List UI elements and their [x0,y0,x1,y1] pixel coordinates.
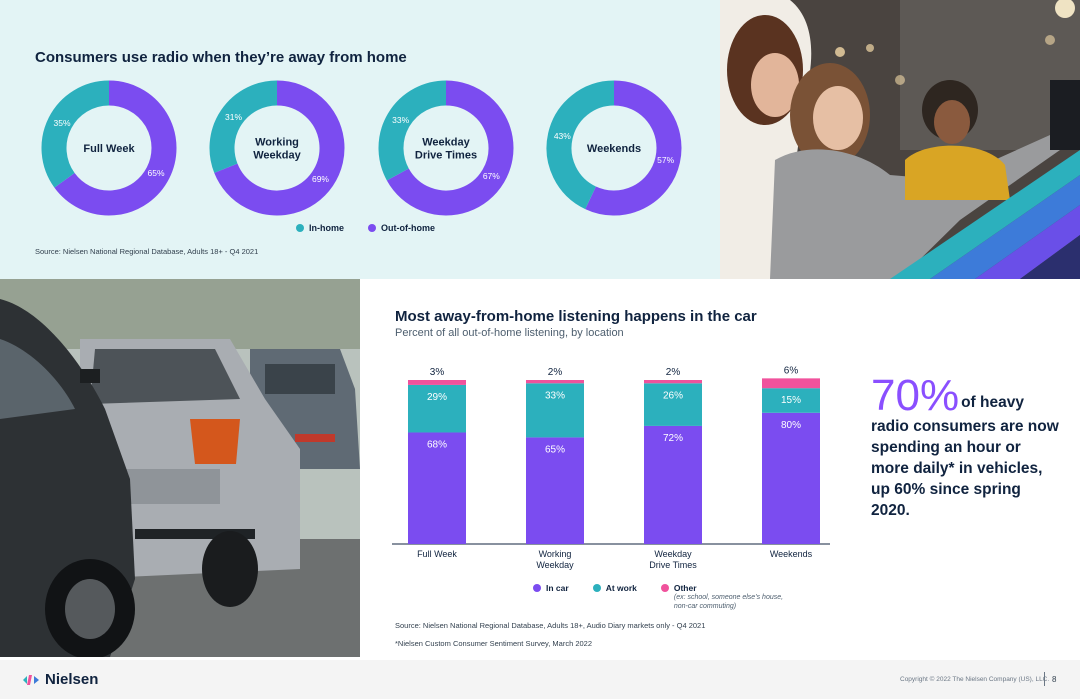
bar-value-in-car: 68% [427,439,447,450]
page-number: 8 [1052,675,1057,684]
footer: Nielsen Copyright © 2022 The Nielsen Com… [0,660,1080,699]
legend-other-note: (ex: school, someone else’s house, non-c… [673,594,784,610]
stacked-bar-chart: 68%29%3%Full Week65%33%2%WorkingWeekday7… [392,365,830,570]
bar-value-other: 3% [430,367,445,378]
legend-label-in-car: In car [546,583,569,593]
bar-segment-other [408,380,466,385]
donut-legend: In-home Out-of-home [296,223,435,233]
donut-in-home-value: 35% [53,118,70,128]
x-tick-label: Weekday [536,560,574,570]
donut-panel: Consumers use radio when they’re away fr… [0,0,720,279]
bar-value-in-car: 80% [781,420,801,431]
donut-section-title: Consumers use radio when they’re away fr… [35,49,407,66]
legend-item-in-car: In car [533,583,569,611]
donut-out-of-home-value: 65% [147,168,164,178]
legend-item-out-of-home: Out-of-home [368,223,435,233]
donut-out-of-home-value: 69% [312,174,329,184]
bar-section-subtitle: Percent of all out-of-home listening, by… [395,327,624,339]
x-tick-label: Drive Times [649,560,697,570]
donut-center-label: Working [255,137,299,149]
bar-value-at-work: 29% [427,392,447,403]
bar-section-title: Most away-from-home listening happens in… [395,308,757,325]
bar-segment-other [644,380,702,384]
x-tick-label: Weekends [770,549,813,559]
x-tick-label: Working [539,549,572,559]
traffic-photo [0,279,360,657]
legend-label-in-home: In-home [309,223,344,233]
donut-charts: Full Week35%65%WorkingWeekday31%69%Weekd… [41,80,682,216]
in-home-swatch [296,224,304,232]
legend-label-other: Other [673,583,697,593]
in-car-swatch [533,584,541,592]
bar-value-other: 2% [548,367,563,378]
office-photo-image [720,0,1080,279]
bar-segment-other [526,380,584,384]
bar-value-other: 6% [784,365,799,376]
donut-in-home-value: 43% [554,131,571,141]
donut-slice-in-home [378,80,447,181]
donut-slice-in-home [41,80,110,188]
stat-callout: 70% of heavy radio consumers are now spen… [871,374,1061,521]
legend-item-at-work: At work [592,583,637,611]
office-photo [720,0,1080,279]
donut-out-of-home-value: 57% [657,155,674,165]
legend-label-at-work: At work [605,583,637,593]
at-work-swatch [592,584,601,592]
legend-label-out-of-home: Out-of-home [381,223,435,233]
bar-value-at-work: 33% [545,390,565,401]
donut-in-home-value: 33% [392,115,409,125]
nielsen-logo-text: Nielsen [45,671,99,688]
bar-legend: In car At work Other (ex: school, someon… [533,583,799,611]
donut-out-of-home-value: 67% [483,171,500,181]
stat-percentage: 70% [871,371,960,420]
bar-value-in-car: 72% [663,433,683,444]
bar-value-other: 2% [666,367,681,378]
donut-center-label: Drive Times [415,150,477,162]
bar-value-at-work: 26% [663,390,683,401]
nielsen-logo: Nielsen [22,671,98,688]
bar-value-at-work: 15% [781,395,801,406]
donut-center-label: Weekday [422,137,470,149]
x-tick-label: Weekday [654,549,692,559]
x-tick-label: Full Week [417,549,457,559]
donut-in-home-value: 31% [225,112,242,122]
nielsen-logo-icon [23,674,39,685]
donut-center-label: Weekends [587,143,641,155]
donut-center-label: Full Week [83,143,135,155]
other-swatch [660,584,669,592]
copyright: Copyright © 2022 The Nielsen Company (US… [900,676,1050,683]
donut-source: Source: Nielsen National Regional Databa… [35,247,259,256]
out-of-home-swatch [368,224,376,232]
legend-item-other: Other (ex: school, someone else’s house,… [660,583,799,611]
bar-value-in-car: 65% [545,444,565,455]
donut-center-label: Weekday [253,150,301,162]
footer-divider [1044,672,1045,686]
bar-segment-in-car [762,412,820,544]
survey-footnote: *Nielsen Custom Consumer Sentiment Surve… [395,639,593,648]
bar-source: Source: Nielsen National Regional Databa… [395,621,706,630]
legend-item-in-home: In-home [296,223,344,233]
traffic-photo-image [0,279,360,657]
bar-segment-other [762,378,820,389]
